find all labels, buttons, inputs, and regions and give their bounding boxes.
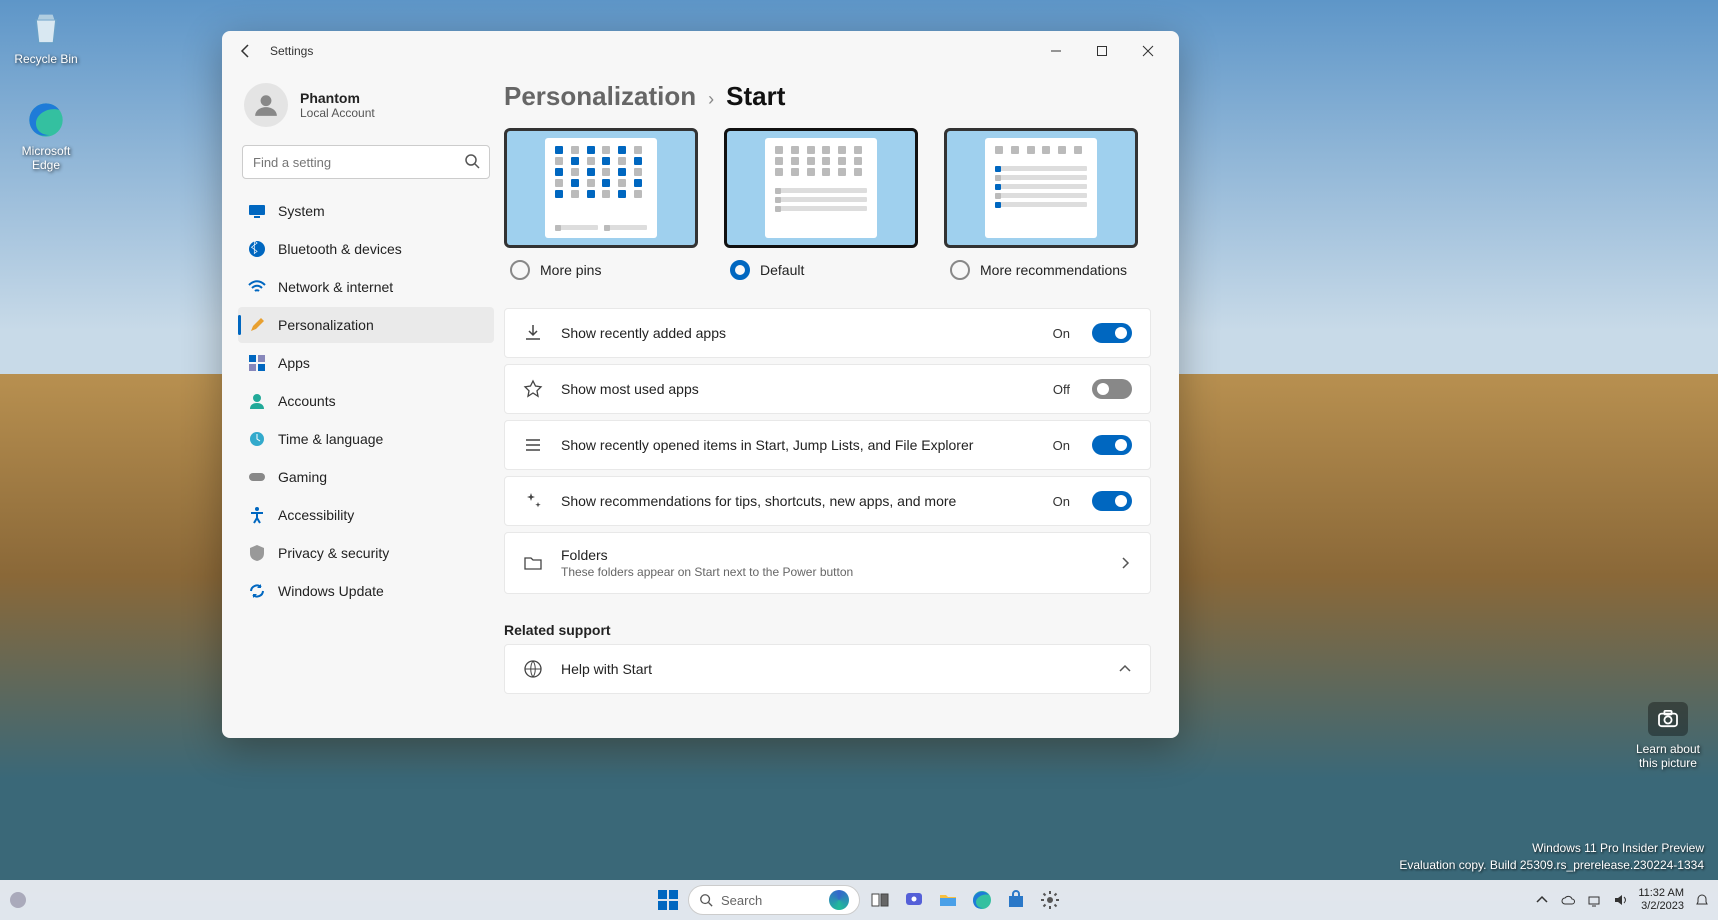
edge-desktop-icon[interactable]: Microsoft Edge bbox=[8, 100, 84, 172]
layout-preview bbox=[944, 128, 1138, 248]
chevron-right-icon: › bbox=[708, 89, 714, 110]
layout-preview bbox=[504, 128, 698, 248]
sidebar-item-system[interactable]: System bbox=[238, 193, 494, 229]
edge-button[interactable] bbox=[968, 886, 996, 914]
start-button[interactable] bbox=[654, 886, 682, 914]
maximize-button[interactable] bbox=[1079, 35, 1125, 67]
task-view-button[interactable] bbox=[866, 886, 894, 914]
file-explorer-button[interactable] bbox=[934, 886, 962, 914]
widgets-button[interactable] bbox=[4, 886, 32, 914]
display-icon bbox=[248, 202, 266, 220]
page-title: Start bbox=[726, 81, 785, 112]
chevron-up-icon bbox=[1118, 662, 1132, 676]
sidebar-item-time-language[interactable]: Time & language bbox=[238, 421, 494, 457]
sync-icon bbox=[248, 582, 266, 600]
user-profile[interactable]: Phantom Local Account bbox=[238, 71, 494, 145]
minimize-button[interactable] bbox=[1033, 35, 1079, 67]
wifi-icon bbox=[248, 278, 266, 296]
settings-button[interactable] bbox=[1036, 886, 1064, 914]
bluetooth-icon bbox=[248, 240, 266, 258]
learn-label: this picture bbox=[1636, 756, 1700, 770]
user-account: Local Account bbox=[300, 106, 375, 120]
content-pane: Personalization › Start bbox=[504, 71, 1179, 738]
breadcrumb-parent[interactable]: Personalization bbox=[504, 81, 696, 112]
help-with-start[interactable]: Help with Start bbox=[504, 644, 1151, 694]
toggle-most-used[interactable] bbox=[1092, 379, 1132, 399]
accessibility-icon bbox=[248, 506, 266, 524]
sidebar-item-privacy[interactable]: Privacy & security bbox=[238, 535, 494, 571]
sidebar-item-bluetooth[interactable]: Bluetooth & devices bbox=[238, 231, 494, 267]
desktop-icon-label: Microsoft Edge bbox=[8, 144, 84, 172]
sidebar-item-network[interactable]: Network & internet bbox=[238, 269, 494, 305]
sidebar-item-personalization[interactable]: Personalization bbox=[238, 307, 494, 343]
apps-icon bbox=[248, 354, 266, 372]
related-support-heading: Related support bbox=[504, 622, 1151, 638]
gamepad-icon bbox=[248, 468, 266, 486]
search-input[interactable] bbox=[242, 145, 490, 179]
download-icon bbox=[523, 323, 543, 343]
network-icon[interactable] bbox=[1586, 892, 1602, 908]
setting-recommendations: Show recommendations for tips, shortcuts… bbox=[504, 476, 1151, 526]
titlebar: Settings bbox=[222, 31, 1179, 71]
radio-icon bbox=[950, 260, 970, 280]
cloud-icon[interactable] bbox=[1560, 892, 1576, 908]
insider-watermark: Windows 11 Pro Insider Preview Evaluatio… bbox=[1399, 840, 1704, 874]
sidebar-item-apps[interactable]: Apps bbox=[238, 345, 494, 381]
close-button[interactable] bbox=[1125, 35, 1171, 67]
chevron-up-icon[interactable] bbox=[1534, 892, 1550, 908]
learn-about-picture[interactable]: Learn about this picture bbox=[1636, 702, 1700, 770]
setting-recent-items: Show recently opened items in Start, Jum… bbox=[504, 420, 1151, 470]
setting-folders[interactable]: Folders These folders appear on Start ne… bbox=[504, 532, 1151, 594]
layout-option-more-pins[interactable]: More pins bbox=[504, 128, 700, 280]
toggle-recommendations[interactable] bbox=[1092, 491, 1132, 511]
layout-option-default[interactable]: Default bbox=[724, 128, 920, 280]
layout-option-more-recommendations[interactable]: More recommendations bbox=[944, 128, 1140, 280]
list-icon bbox=[523, 435, 543, 455]
recycle-bin-icon bbox=[26, 8, 66, 48]
globe-icon bbox=[523, 659, 543, 679]
desktop-icon-label: Recycle Bin bbox=[8, 52, 84, 66]
sidebar-item-windows-update[interactable]: Windows Update bbox=[238, 573, 494, 609]
bing-chat-icon bbox=[829, 890, 849, 910]
search-icon bbox=[464, 153, 480, 169]
sidebar-item-accessibility[interactable]: Accessibility bbox=[238, 497, 494, 533]
taskbar-search[interactable]: Search bbox=[688, 885, 860, 915]
radio-icon bbox=[730, 260, 750, 280]
camera-icon bbox=[1648, 702, 1688, 736]
sidebar-item-gaming[interactable]: Gaming bbox=[238, 459, 494, 495]
avatar-icon bbox=[244, 83, 288, 127]
volume-icon[interactable] bbox=[1612, 892, 1628, 908]
recycle-bin-desktop-icon[interactable]: Recycle Bin bbox=[8, 8, 84, 66]
toggle-recently-added[interactable] bbox=[1092, 323, 1132, 343]
layout-preview bbox=[724, 128, 918, 248]
sidebar-item-accounts[interactable]: Accounts bbox=[238, 383, 494, 419]
setting-most-used: Show most used apps Off bbox=[504, 364, 1151, 414]
person-icon bbox=[248, 392, 266, 410]
store-button[interactable] bbox=[1002, 886, 1030, 914]
setting-recently-added: Show recently added apps On bbox=[504, 308, 1151, 358]
radio-icon bbox=[510, 260, 530, 280]
globe-clock-icon bbox=[248, 430, 266, 448]
learn-label: Learn about bbox=[1636, 742, 1700, 756]
folder-icon bbox=[523, 553, 543, 573]
notifications-icon[interactable] bbox=[1694, 892, 1710, 908]
toggle-recent-items[interactable] bbox=[1092, 435, 1132, 455]
window-title: Settings bbox=[270, 44, 313, 58]
back-button[interactable] bbox=[230, 35, 262, 67]
settings-window: Settings Phantom Local Account bbox=[222, 31, 1179, 738]
star-icon bbox=[523, 379, 543, 399]
clock[interactable]: 11:32 AM 3/2/2023 bbox=[1638, 887, 1684, 913]
paintbrush-icon bbox=[248, 316, 266, 334]
shield-icon bbox=[248, 544, 266, 562]
sidebar: Phantom Local Account System Bluetooth &… bbox=[222, 71, 504, 738]
search-icon bbox=[699, 893, 713, 907]
edge-icon bbox=[26, 100, 66, 140]
sparkle-icon bbox=[523, 491, 543, 511]
breadcrumb: Personalization › Start bbox=[504, 71, 1151, 128]
system-tray: 11:32 AM 3/2/2023 bbox=[1534, 887, 1710, 913]
chat-button[interactable] bbox=[900, 886, 928, 914]
user-name: Phantom bbox=[300, 90, 375, 106]
taskbar: Search 11:32 AM 3/2/2023 bbox=[0, 880, 1718, 920]
chevron-right-icon bbox=[1118, 556, 1132, 570]
